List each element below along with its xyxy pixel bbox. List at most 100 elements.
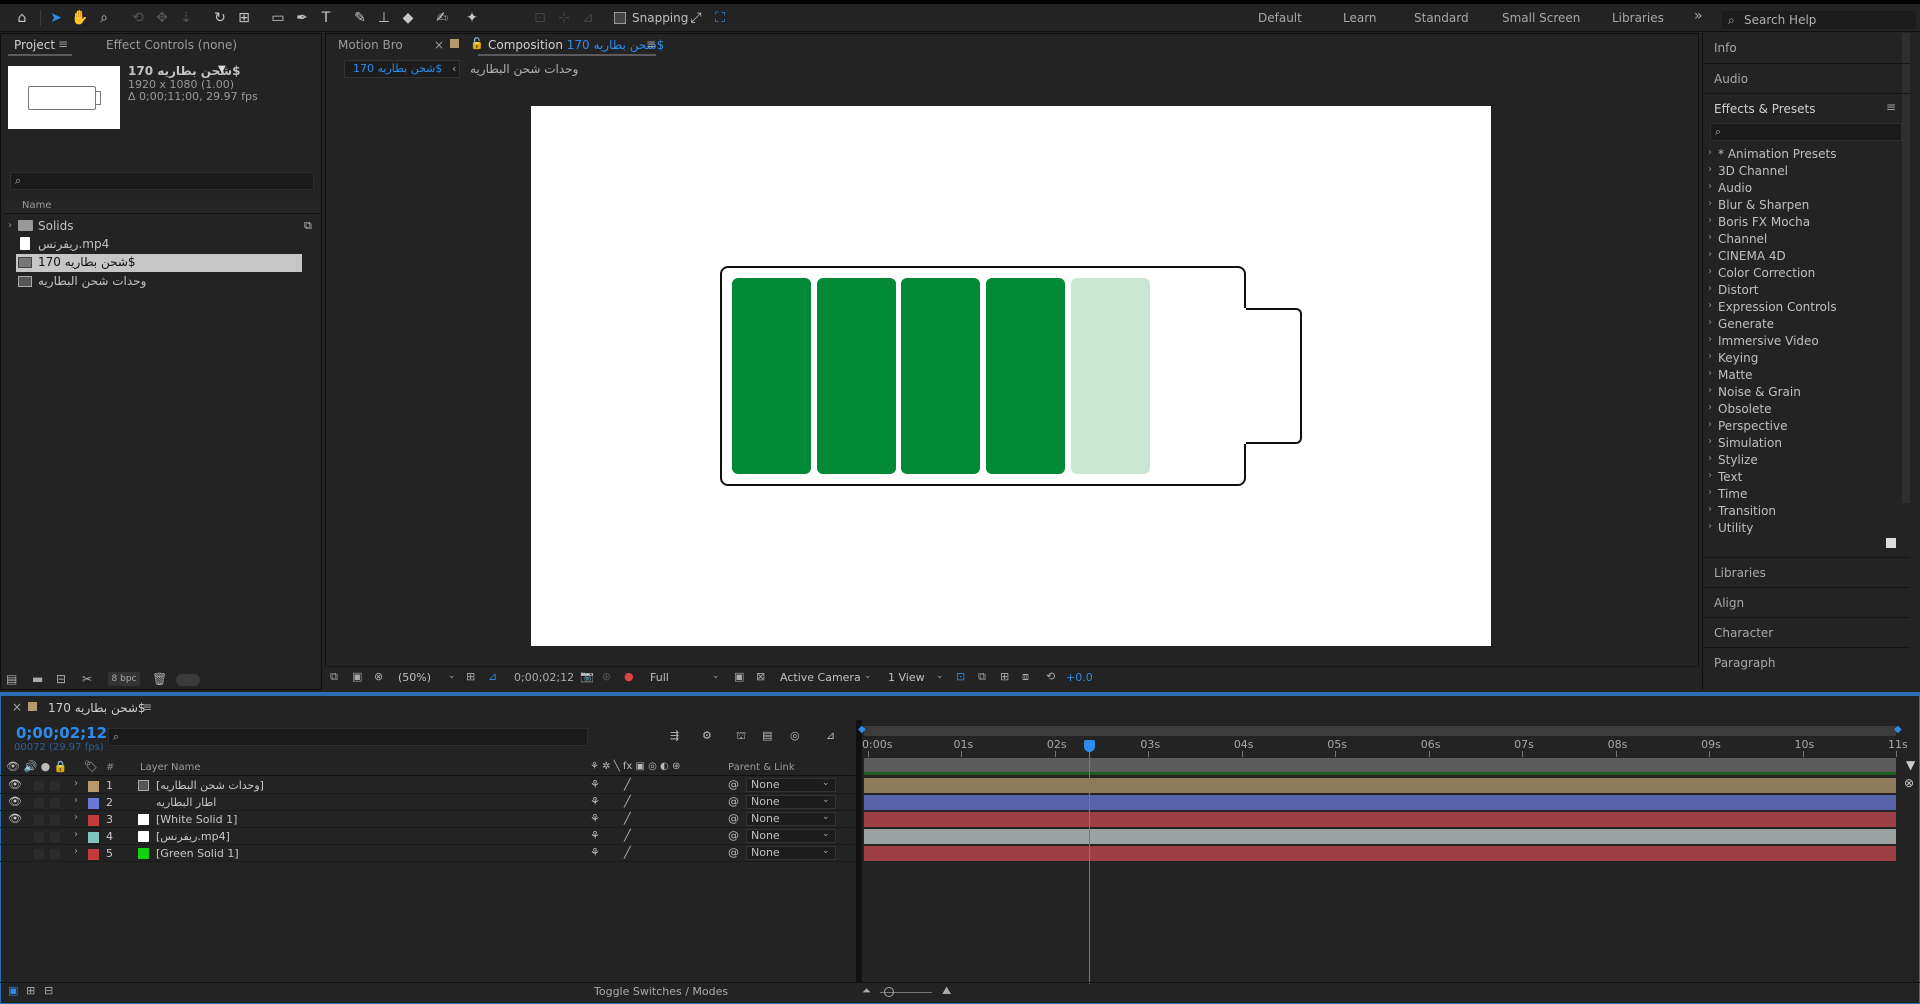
align-panel[interactable]: Align xyxy=(1702,587,1910,615)
render-time-icon[interactable]: ⊟ xyxy=(44,984,53,997)
eye-icon[interactable]: 👁 xyxy=(8,795,22,808)
chevron-right-icon[interactable]: › xyxy=(1708,368,1712,379)
battery-cell-1[interactable] xyxy=(732,278,811,474)
layer-row[interactable]: 👁 › 1 [وحدات شحن البطاريه] ⚘ ╱ @ None ⌄ xyxy=(0,777,855,794)
expand-chevron-icon[interactable]: › xyxy=(74,795,78,806)
effects-menu-icon[interactable]: ≡ xyxy=(1886,100,1896,114)
chevron-right-icon[interactable]: › xyxy=(1708,436,1712,447)
av-features-header-icon[interactable]: 👁 🔊 ● 🔒 xyxy=(6,760,67,773)
chevron-right-icon[interactable]: › xyxy=(1708,317,1712,328)
playhead-line[interactable] xyxy=(1089,740,1090,984)
camera-dropdown[interactable]: Active Camera xyxy=(780,671,861,684)
monitor-icon[interactable]: ▣ xyxy=(352,670,362,683)
panel-menu-icon[interactable]: ≡ xyxy=(58,37,68,51)
effect-category[interactable]: 3D Channel xyxy=(1718,164,1788,178)
chevron-right-icon[interactable]: › xyxy=(1708,283,1712,294)
comp-panel-menu-icon[interactable]: ≡ xyxy=(646,37,656,51)
effect-category[interactable]: Text xyxy=(1718,470,1742,484)
work-area-bar[interactable] xyxy=(864,726,1896,736)
clone-stamp-tool-icon[interactable]: ⊥ xyxy=(374,8,394,28)
comp-button-icon[interactable]: ⊗ xyxy=(1904,776,1914,790)
puppet-tool-icon[interactable]: ✦ xyxy=(462,8,482,28)
snapshot-icon[interactable]: 📷 xyxy=(580,670,594,683)
current-time-display[interactable]: 0;00;02;12 xyxy=(16,724,107,742)
quality-switch-icon[interactable]: ╱ xyxy=(624,846,631,859)
chevron-right-icon[interactable]: › xyxy=(1708,147,1712,158)
chevron-right-icon[interactable]: › xyxy=(1708,334,1712,345)
effect-category[interactable]: Obsolete xyxy=(1718,402,1771,416)
chevron-right-icon[interactable]: › xyxy=(1708,164,1712,175)
shy-switch-icon[interactable]: ⚘ xyxy=(590,812,600,825)
dolly-tool-icon[interactable]: ⇣ xyxy=(176,8,196,28)
zoom-in-icon[interactable]: ⛰ xyxy=(942,984,951,998)
playhead-handle[interactable] xyxy=(1084,740,1095,752)
tab-motion-bro[interactable]: Motion Bro xyxy=(338,38,403,52)
effects-presets-title[interactable]: Effects & Presets xyxy=(1702,93,1910,121)
chevron-down-icon[interactable]: ⌄ xyxy=(448,671,456,681)
pickwhip-icon[interactable]: @ xyxy=(728,778,739,791)
layer-name[interactable]: [White Solid 1] xyxy=(156,813,237,826)
chevron-right-icon[interactable]: › xyxy=(1708,249,1712,260)
effect-category[interactable]: CINEMA 4D xyxy=(1718,249,1786,263)
battery-cell-3[interactable] xyxy=(901,278,980,474)
paragraph-panel[interactable]: Paragraph xyxy=(1702,647,1910,675)
expand-chevron-icon[interactable]: › xyxy=(74,812,78,823)
snap-edges-icon[interactable]: ⤢ xyxy=(686,8,706,28)
layer-duration-bar[interactable] xyxy=(864,778,1896,793)
quality-switch-icon[interactable]: ╱ xyxy=(624,829,631,842)
new-folder-icon[interactable]: ▬ xyxy=(32,672,43,686)
info-panel[interactable]: Info xyxy=(1702,33,1910,61)
comp-marker-bin-icon[interactable]: ▼ xyxy=(1906,758,1915,772)
lock-toggle[interactable] xyxy=(50,781,60,791)
always-preview-icon[interactable]: ⧉ xyxy=(330,670,338,684)
chevron-right-icon[interactable]: › xyxy=(1708,521,1712,532)
project-settings-icon[interactable]: ✂ xyxy=(82,672,92,686)
comp-dropdown-icon[interactable]: ▼ xyxy=(218,64,226,75)
chevron-right-icon[interactable]: › xyxy=(1708,453,1712,464)
libraries-panel[interactable]: Libraries xyxy=(1702,557,1910,585)
tab-effect-controls[interactable]: Effect Controls (none) xyxy=(106,38,237,52)
label-header-icon[interactable]: 🏷 xyxy=(84,760,98,773)
layer-name[interactable]: [وحدات شحن البطاريه] xyxy=(156,779,264,792)
effect-category[interactable]: Perspective xyxy=(1718,419,1788,433)
interpret-footage-icon[interactable]: ▤ xyxy=(6,672,17,686)
chevron-right-icon[interactable]: › xyxy=(1708,504,1712,515)
switches-header-icons[interactable]: ⚘ ✲ ╲ fx ▣ ◎ ◐ ⊛ xyxy=(590,761,680,772)
workspace-learn[interactable]: Learn xyxy=(1343,11,1377,25)
marker-track[interactable] xyxy=(864,758,1896,772)
battery-cell-4[interactable] xyxy=(986,278,1065,474)
shy-switch-icon[interactable]: ⚘ xyxy=(590,846,600,859)
lock-toggle[interactable] xyxy=(50,832,60,842)
effect-category[interactable]: Audio xyxy=(1718,181,1752,195)
layer-duration-bar[interactable] xyxy=(864,795,1896,810)
layer-row[interactable]: 👁 › 2 اطار البطاريه ⚘ ╱ @ None ⌄ xyxy=(0,794,855,811)
layer-duration-bar[interactable] xyxy=(864,812,1896,827)
solo-toggle[interactable] xyxy=(34,815,44,825)
workspace-small-screen[interactable]: Small Screen xyxy=(1502,11,1580,25)
new-bin-icon[interactable] xyxy=(1886,538,1896,548)
effect-category[interactable]: Channel xyxy=(1718,232,1767,246)
effect-category[interactable]: Stylize xyxy=(1718,453,1758,467)
expand-chevron-icon[interactable]: › xyxy=(74,846,78,857)
rotate-tool-icon[interactable]: ↻ xyxy=(210,8,230,28)
chevron-right-icon[interactable]: › xyxy=(1708,419,1712,430)
orbit-tool-icon[interactable]: ⟲ xyxy=(128,8,148,28)
hand-tool-icon[interactable]: ✋ xyxy=(70,8,90,28)
battery-terminal[interactable] xyxy=(1244,308,1302,444)
effect-category[interactable]: Generate xyxy=(1718,317,1774,331)
layer-label-swatch[interactable] xyxy=(88,849,99,860)
close-tab-icon[interactable]: × xyxy=(12,700,22,714)
bit-depth-button[interactable]: 8 bpc xyxy=(108,672,140,686)
layer-name[interactable]: [Green Solid 1] xyxy=(156,847,239,860)
effect-category[interactable]: Immersive Video xyxy=(1718,334,1819,348)
timeline-icon[interactable]: ⊞ xyxy=(1000,670,1009,683)
toggle-switches-modes-button[interactable]: Toggle Switches / Modes xyxy=(594,985,728,998)
chevron-right-icon[interactable]: › xyxy=(1708,470,1712,481)
tab-composition[interactable]: Composition 170 شحن بطاريه$ xyxy=(488,38,664,52)
chevron-right-icon[interactable]: › xyxy=(1708,402,1712,413)
pan-tool-icon[interactable]: ✥ xyxy=(152,8,172,28)
work-area-start-icon[interactable]: ◆ xyxy=(858,724,866,735)
axis-view-icon[interactable]: ⊿ xyxy=(578,8,598,28)
effect-category[interactable]: Distort xyxy=(1718,283,1759,297)
character-panel[interactable]: Character xyxy=(1702,617,1910,645)
